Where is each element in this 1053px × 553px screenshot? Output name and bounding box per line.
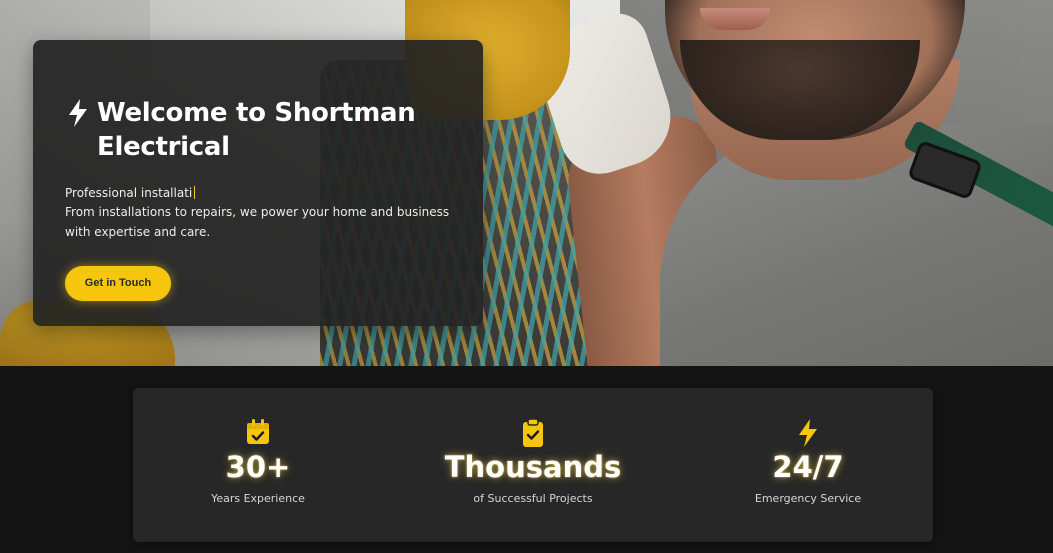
get-in-touch-button[interactable]: Get in Touch xyxy=(65,266,171,301)
lightning-bolt-icon xyxy=(799,419,817,447)
hero-title-text: Welcome to Shortman Electrical xyxy=(97,98,416,162)
stat-label: Emergency Service xyxy=(754,492,862,505)
lightning-bolt-icon xyxy=(69,99,87,127)
stat-value: Thousands xyxy=(444,450,622,484)
stats-section: 30+ Years Experience Thousands of Succes… xyxy=(0,366,1053,553)
stat-value: 24/7 xyxy=(772,450,844,484)
hero-card: Welcome to Shortman Electrical Professio… xyxy=(33,40,483,326)
stat-label: Years Experience xyxy=(211,492,305,505)
stat-label: of Successful Projects xyxy=(473,492,593,505)
hero-description: From installations to repairs, we power … xyxy=(65,205,450,239)
hero-title: Welcome to Shortman Electrical xyxy=(65,96,451,164)
typed-tagline: Professional installati xyxy=(65,184,451,202)
typed-tagline-text: Professional installati xyxy=(65,186,193,200)
stats-card: 30+ Years Experience Thousands of Succes… xyxy=(133,388,933,542)
typing-cursor xyxy=(194,186,196,199)
clipboard-check-icon xyxy=(523,418,543,447)
stat-value: 30+ xyxy=(225,450,291,484)
hero-section: Welcome to Shortman Electrical Professio… xyxy=(0,0,1053,366)
calendar-check-icon xyxy=(247,419,269,444)
